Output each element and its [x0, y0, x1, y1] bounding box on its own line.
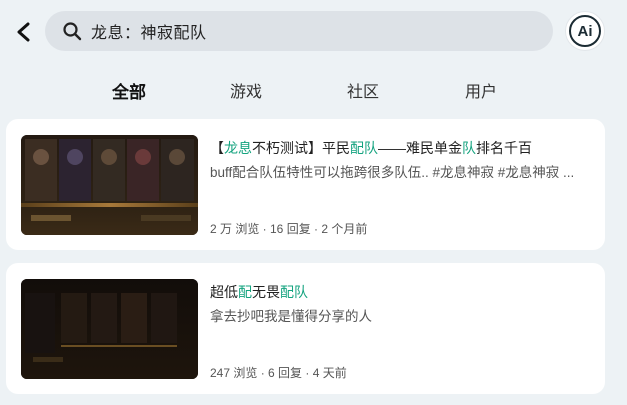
- search-tabs: 全部 游戏 社区 用户: [0, 78, 627, 108]
- tab-all[interactable]: 全部: [110, 78, 148, 106]
- title-highlight: 配: [238, 284, 252, 300]
- result-title: 【龙息不朽测试】平民配队——难民单金队排名千百: [210, 138, 532, 158]
- result-meta: 2 万 浏览 · 16 回复 · 2 个月前: [210, 222, 368, 236]
- title-highlight: 配队: [280, 284, 308, 300]
- tab-games[interactable]: 游戏: [228, 78, 264, 106]
- title-highlight: 队: [462, 140, 476, 156]
- tab-all-label: 全部: [112, 83, 146, 102]
- result-meta: 247 浏览 · 6 回复 · 4 天前: [210, 366, 347, 380]
- back-arrow-icon: [17, 22, 30, 42]
- tab-community[interactable]: 社区: [345, 78, 381, 106]
- title-text: 【: [210, 140, 224, 156]
- result-description: 拿去抄吧我是懂得分享的人: [210, 309, 372, 324]
- back-button[interactable]: [12, 20, 36, 44]
- ai-button[interactable]: Ai: [565, 11, 605, 51]
- title-text: 无畏: [252, 284, 280, 300]
- tab-community-label: 社区: [346, 84, 379, 101]
- title-text: 超低: [210, 284, 238, 300]
- result-title: 超低配无畏配队: [210, 282, 308, 302]
- result-card[interactable]: 【龙息不朽测试】平民配队——难民单金队排名千百 buff配合队伍特性可以拖跨很多…: [6, 119, 605, 250]
- title-text: ——难民单金: [378, 140, 462, 156]
- tab-games-label: 游戏: [229, 84, 262, 101]
- search-query-text: 龙息：神寂配队: [91, 25, 207, 42]
- result-card[interactable]: 超低配无畏配队 拿去抄吧我是懂得分享的人 247 浏览 · 6 回复 · 4 天…: [6, 263, 605, 394]
- title-text: 排名千百: [476, 140, 532, 156]
- title-text: 不朽测试】平民: [252, 140, 350, 156]
- tab-users[interactable]: 用户: [463, 78, 499, 106]
- result-description: buff配合队伍特性可以拖跨很多队伍.. #龙息神寂 #龙息神寂 ...: [210, 165, 575, 180]
- title-highlight: 配队: [350, 140, 378, 156]
- title-highlight: 龙息: [224, 140, 252, 156]
- result-thumbnail: [21, 279, 198, 379]
- top-bar: 龙息：神寂配队 Ai 全部 游戏 社区 用户: [0, 0, 627, 115]
- search-icon: [61, 20, 83, 42]
- result-thumbnail: [21, 135, 198, 235]
- tab-users-label: 用户: [464, 84, 497, 101]
- search-input[interactable]: 龙息：神寂配队: [45, 11, 553, 51]
- ai-icon: Ai: [569, 15, 601, 47]
